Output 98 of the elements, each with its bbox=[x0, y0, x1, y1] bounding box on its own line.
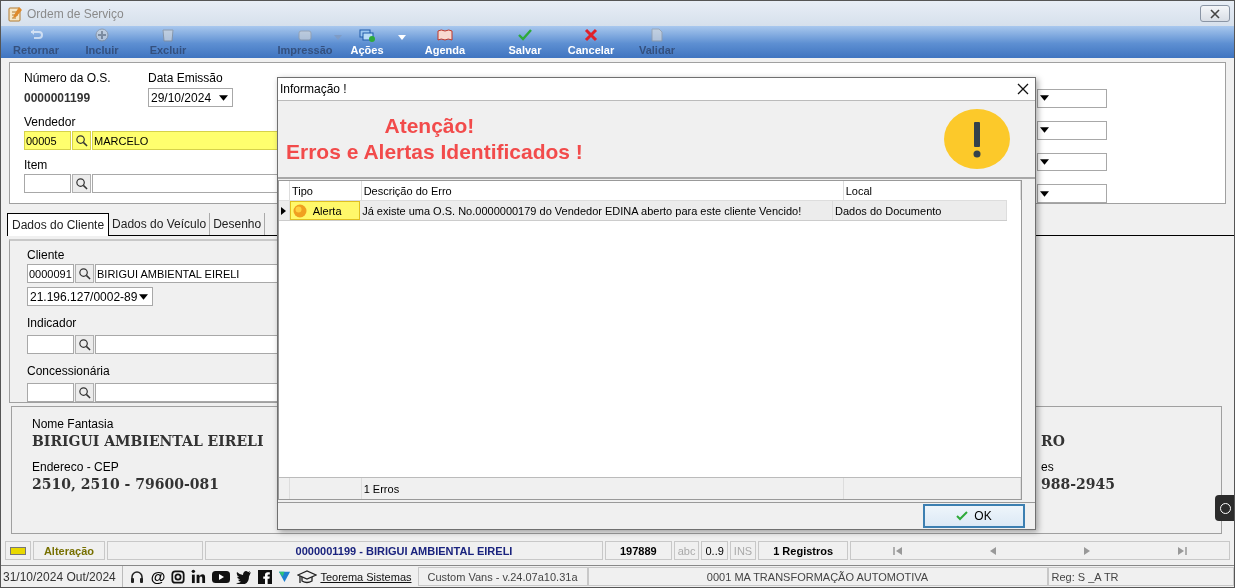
info-label: es bbox=[1041, 460, 1055, 474]
field-label: Item bbox=[24, 158, 48, 172]
search-button[interactable] bbox=[72, 174, 91, 193]
bird-icon[interactable] bbox=[236, 569, 253, 584]
code-field[interactable]: 00005 bbox=[24, 131, 71, 150]
registry-label: Reg: S _A TR bbox=[1047, 567, 1234, 586]
arrow-logo-icon[interactable] bbox=[278, 570, 292, 583]
table-cell[interactable]: Alerta bbox=[289, 201, 361, 220]
toolbar-button[interactable]: Ações bbox=[342, 28, 392, 56]
check-icon bbox=[517, 28, 533, 42]
field-label: Número da O.S. bbox=[24, 71, 111, 85]
dropdown-arrow-icon bbox=[1040, 127, 1049, 134]
company-link[interactable]: Teorema Sistemas bbox=[320, 570, 412, 583]
table-cell: Dados do Documento bbox=[833, 201, 1007, 220]
search-button[interactable] bbox=[75, 264, 94, 283]
info-value: RO bbox=[1041, 433, 1066, 449]
date-label: 31/10/2024 Out/2024 bbox=[1, 566, 123, 587]
window-title: Ordem de Serviço bbox=[27, 6, 124, 21]
mode-label: Alteração bbox=[33, 541, 105, 560]
field-label: Indicador bbox=[27, 316, 77, 330]
notepad-icon bbox=[7, 5, 23, 22]
info-label: Endereco - CEP bbox=[32, 460, 120, 474]
dropdown-arrow-icon bbox=[219, 94, 228, 101]
dropdown-arrow-icon bbox=[139, 293, 148, 300]
dropdown-arrow-icon bbox=[1040, 158, 1049, 165]
play-icon[interactable] bbox=[212, 569, 231, 584]
field-label: Cliente bbox=[27, 248, 65, 262]
document-dropdown[interactable]: 21.196.127/0002-89 bbox=[27, 287, 153, 306]
search-button[interactable] bbox=[75, 383, 94, 402]
code-field[interactable] bbox=[24, 174, 71, 193]
dropdown-arrow-icon bbox=[1040, 95, 1049, 102]
tab[interactable]: Dados do Cliente bbox=[7, 213, 110, 236]
os-number: 0000001199 bbox=[24, 91, 92, 105]
undo-icon bbox=[28, 28, 44, 42]
plus-icon bbox=[94, 28, 110, 42]
field-label: Concessionária bbox=[27, 364, 110, 378]
dropdown[interactable] bbox=[1037, 120, 1107, 140]
search-button[interactable] bbox=[75, 335, 94, 354]
row-pointer-icon bbox=[281, 206, 287, 215]
date-dropdown[interactable]: 29/10/2024 bbox=[148, 88, 233, 107]
close-icon bbox=[1017, 83, 1029, 95]
status-indicator-icon bbox=[5, 541, 31, 560]
email-link[interactable]: @ bbox=[150, 568, 166, 585]
close-icon bbox=[1210, 8, 1220, 19]
windows-icon bbox=[359, 28, 375, 42]
search-icon bbox=[75, 177, 88, 190]
search-icon bbox=[75, 134, 88, 147]
version-label: Custom Vans - v.24.07a10.31a bbox=[417, 567, 588, 586]
ok-button[interactable]: OK bbox=[923, 504, 1025, 528]
table-cell: Já existe uma O.S. No.0000000179 do Vendedor EDINA aberto para este cliente Vencido! bbox=[360, 201, 834, 220]
check-icon bbox=[956, 511, 969, 521]
error-count: 1 Erros bbox=[361, 478, 844, 499]
dropdown[interactable] bbox=[1037, 89, 1107, 108]
tab[interactable]: Desenho bbox=[210, 213, 266, 235]
dialog-subheading: Erros e Alertas Identificados ! bbox=[286, 139, 583, 165]
info-label: Nome Fantasia bbox=[32, 417, 115, 431]
toolbar-button[interactable]: Salvar bbox=[492, 28, 558, 56]
dropdown-arrow-icon[interactable] bbox=[398, 34, 406, 40]
book-icon bbox=[437, 28, 453, 42]
camera-icon[interactable] bbox=[171, 569, 186, 584]
alert-dot-icon bbox=[292, 203, 307, 218]
code-field[interactable] bbox=[27, 335, 74, 354]
toolbar-button[interactable]: Cancelar bbox=[558, 28, 624, 56]
status-value: 1 Registros bbox=[758, 541, 849, 560]
headset-icon[interactable] bbox=[128, 568, 145, 585]
close-button[interactable] bbox=[1200, 5, 1230, 22]
close-button[interactable] bbox=[1017, 83, 1029, 95]
field-label: Data Emissão bbox=[148, 71, 223, 85]
dropdown[interactable] bbox=[1037, 152, 1107, 172]
search-button[interactable] bbox=[72, 131, 91, 150]
dropdown-arrow-icon bbox=[1040, 190, 1049, 197]
linkedin-icon[interactable] bbox=[191, 569, 207, 584]
status-value: 197889 bbox=[605, 541, 672, 560]
info-value: BIRIGUI AMBIENTAL EIRELI bbox=[32, 433, 264, 449]
code-field[interactable]: 0000091 bbox=[27, 264, 74, 283]
info-value: 988-2945 bbox=[1041, 476, 1116, 492]
dialog-title: Informação ! bbox=[280, 82, 347, 96]
status-toggle: abc bbox=[673, 541, 700, 560]
dropdown[interactable] bbox=[1037, 184, 1107, 203]
search-icon bbox=[78, 386, 91, 399]
code-field[interactable] bbox=[27, 383, 74, 402]
graduation-cap-icon[interactable] bbox=[297, 568, 318, 585]
dialog-heading: Atenção! bbox=[384, 113, 475, 139]
document-icon bbox=[649, 28, 665, 42]
field-label: Vendedor bbox=[24, 115, 76, 129]
trash-icon bbox=[160, 28, 176, 42]
warning-icon bbox=[944, 109, 1010, 169]
company-label: 0001 MA TRANSFORMAÇÃO AUTOMOTIVA bbox=[587, 567, 1048, 586]
info-value: 2510, 2510 - 79600-081 bbox=[32, 476, 220, 492]
tab[interactable]: Dados do Veículo bbox=[109, 213, 211, 235]
side-tab-icon[interactable] bbox=[1215, 495, 1234, 521]
record-title: 0000001199 - BIRIGUI AMBIENTAL EIRELI bbox=[205, 541, 603, 560]
search-icon bbox=[78, 267, 91, 280]
search-icon bbox=[78, 338, 91, 351]
facebook-icon[interactable] bbox=[258, 569, 273, 584]
toolbar-button[interactable]: Agenda bbox=[412, 28, 478, 56]
cross-icon bbox=[583, 28, 599, 42]
status-toggle: INS bbox=[729, 541, 757, 560]
